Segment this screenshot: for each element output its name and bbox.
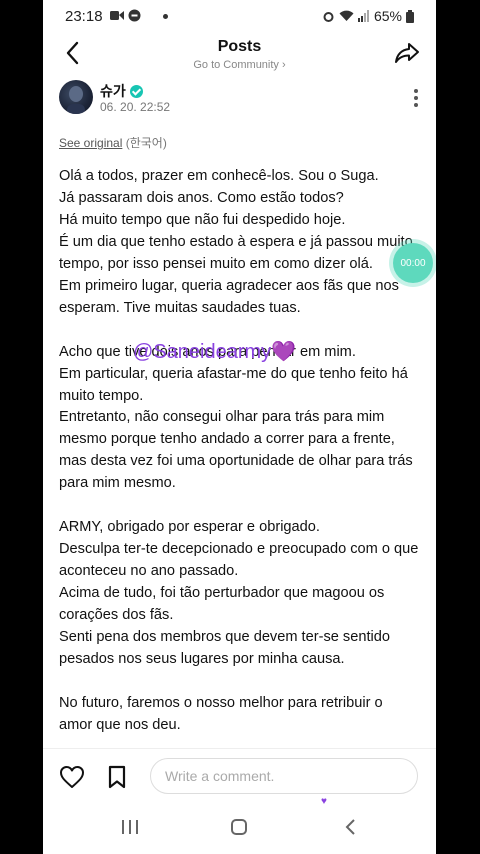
nav-back-icon[interactable] [342, 818, 360, 836]
post-spacer [59, 495, 419, 517]
see-original-row: See original (한국어) [59, 134, 167, 151]
author-name[interactable]: 슈가 [100, 81, 143, 101]
screen-recorder-timer[interactable]: 00:00 [393, 243, 433, 283]
original-language: (한국어) [125, 136, 167, 150]
post-paragraph: Acho que tive dois anos para pensar em m… [59, 343, 413, 492]
alarm-icon [323, 11, 334, 22]
signal-icon [357, 10, 369, 22]
notification-icons [110, 9, 141, 22]
battery-percent: 65% [373, 8, 402, 24]
status-bar: 23:18 65% [43, 0, 436, 34]
home-icon[interactable] [230, 818, 248, 836]
status-dot [163, 14, 168, 19]
heart-icon[interactable] [59, 765, 85, 789]
page-title: Posts [217, 38, 262, 55]
video-icon [110, 11, 124, 20]
author-name-text: 슈가 [100, 83, 126, 99]
avatar-image [67, 86, 85, 114]
battery-icon [406, 9, 414, 23]
phone-screen: 23:18 65% Posts Go to Community › 슈가 06.… [43, 0, 436, 854]
verified-badge-icon [129, 84, 143, 98]
top-header: Posts Go to Community › [43, 34, 436, 74]
post-paragraph: Olá a todos, prazer em conhecê-los. Sou … [59, 168, 413, 316]
circle-stop-icon [128, 9, 141, 22]
bookmark-icon[interactable] [106, 765, 128, 789]
status-time: 23:18 [65, 8, 103, 25]
post-spacer [59, 671, 419, 693]
avatar[interactable] [59, 80, 93, 114]
see-original-link[interactable]: See original [59, 136, 122, 150]
go-to-community-link[interactable]: Go to Community › [43, 59, 436, 71]
status-right: 65% [322, 8, 414, 24]
bottom-action-bar [43, 748, 436, 805]
wifi-icon [339, 10, 354, 21]
more-vertical-icon[interactable] [410, 88, 422, 108]
post-body: Olá a todos, prazer em conhecê-los. Sou … [59, 166, 419, 748]
post-paragraph: ARMY, obrigado por esperar e obrigado. D… [59, 519, 419, 667]
watermark-text: @Saneidearmy💜 [133, 341, 297, 363]
comment-input[interactable] [150, 758, 418, 794]
post-timestamp: 06. 20. 22:52 [100, 100, 171, 114]
post-paragraph: No futuro, faremos o nosso melhor para r… [59, 694, 387, 733]
system-nav-bar [43, 804, 436, 854]
share-icon[interactable] [394, 40, 420, 66]
recent-apps-icon[interactable] [121, 818, 139, 836]
